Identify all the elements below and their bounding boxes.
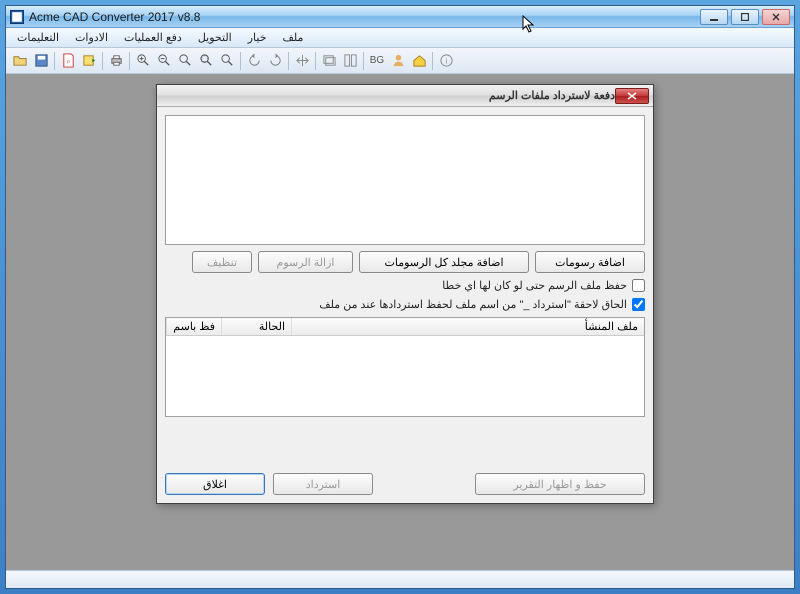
app-icon bbox=[10, 10, 24, 24]
action-buttons-row: اضافة رسومات اضافة مجلد كل الرسومات ازال… bbox=[165, 251, 645, 273]
user-icon[interactable] bbox=[388, 51, 408, 71]
dialog-title: دفعة لاسترداد ملفات الرسم bbox=[161, 89, 615, 102]
toolbar: P BG i bbox=[6, 48, 794, 74]
batch-recover-dialog: دفعة لاسترداد ملفات الرسم اضافة رسومات ا… bbox=[156, 84, 654, 504]
home-icon[interactable] bbox=[409, 51, 429, 71]
dialog-body: اضافة رسومات اضافة مجلد كل الرسومات ازال… bbox=[157, 107, 653, 503]
col-savename[interactable]: فظ باسم bbox=[166, 318, 221, 335]
pan-icon[interactable] bbox=[292, 51, 312, 71]
table-header: ملف المنشأ الحالة فظ باسم bbox=[166, 318, 644, 336]
menu-file[interactable]: ملف bbox=[276, 29, 311, 46]
zoom-window-icon[interactable] bbox=[196, 51, 216, 71]
menubar: ملف خيار التحويل دفع العمليات الادوات ال… bbox=[6, 28, 794, 48]
close-dialog-button[interactable]: اغلاق bbox=[165, 473, 265, 495]
layouts-icon[interactable] bbox=[340, 51, 360, 71]
open-icon[interactable] bbox=[10, 51, 30, 71]
remove-button[interactable]: ازالة الرسوم bbox=[258, 251, 353, 273]
print-icon[interactable] bbox=[106, 51, 126, 71]
menu-batch[interactable]: دفع العمليات bbox=[117, 29, 189, 46]
rotate-left-icon[interactable] bbox=[244, 51, 264, 71]
col-status[interactable]: الحالة bbox=[221, 318, 291, 335]
append-suffix-checkbox[interactable] bbox=[632, 298, 645, 311]
layers-icon[interactable] bbox=[319, 51, 339, 71]
append-suffix-label: الحاق لاحقة "استرداد _" من اسم ملف لحفظ … bbox=[319, 298, 627, 311]
menu-options[interactable]: خيار bbox=[241, 29, 274, 46]
rotate-right-icon[interactable] bbox=[265, 51, 285, 71]
menu-help[interactable]: التعليمات bbox=[10, 29, 66, 46]
menu-tools[interactable]: الادوات bbox=[68, 29, 115, 46]
save-report-button[interactable]: حفظ و اظهار التقرير bbox=[475, 473, 645, 495]
pdf-icon[interactable]: P bbox=[58, 51, 78, 71]
results-table: ملف المنشأ الحالة فظ باسم bbox=[165, 317, 645, 417]
window-title: Acme CAD Converter 2017 v8.8 bbox=[29, 10, 700, 24]
maximize-button[interactable] bbox=[731, 9, 759, 25]
clear-button[interactable]: تنظيف bbox=[192, 251, 252, 273]
zoom-out-icon[interactable] bbox=[154, 51, 174, 71]
minimize-button[interactable] bbox=[700, 9, 728, 25]
zoom-all-icon[interactable] bbox=[217, 51, 237, 71]
workspace: دفعة لاسترداد ملفات الرسم اضافة رسومات ا… bbox=[6, 74, 794, 570]
zoom-fit-icon[interactable] bbox=[175, 51, 195, 71]
save-even-error-checkbox-row[interactable]: حفظ ملف الرسم حتى لو كان لها اي خطا bbox=[165, 279, 645, 292]
recover-button[interactable]: استرداد bbox=[273, 473, 373, 495]
dialog-close-button[interactable] bbox=[615, 88, 649, 104]
table-body bbox=[166, 336, 644, 416]
info-icon[interactable]: i bbox=[436, 51, 456, 71]
main-window: Acme CAD Converter 2017 v8.8 ملف خيار ال… bbox=[5, 5, 795, 589]
add-folder-button[interactable]: اضافة مجلد كل الرسومات bbox=[359, 251, 529, 273]
window-controls bbox=[700, 9, 790, 25]
bottom-buttons-row: حفظ و اظهار التقرير استرداد اغلاق bbox=[165, 473, 645, 495]
bg-toggle[interactable]: BG bbox=[367, 51, 387, 71]
append-suffix-checkbox-row[interactable]: الحاق لاحقة "استرداد _" من اسم ملف لحفظ … bbox=[165, 298, 645, 311]
svg-text:i: i bbox=[445, 56, 447, 65]
zoom-in-icon[interactable] bbox=[133, 51, 153, 71]
save-even-error-checkbox[interactable] bbox=[632, 279, 645, 292]
save-even-error-label: حفظ ملف الرسم حتى لو كان لها اي خطا bbox=[442, 279, 627, 292]
svg-text:P: P bbox=[66, 59, 69, 64]
col-source[interactable]: ملف المنشأ bbox=[291, 318, 644, 335]
file-list-panel[interactable] bbox=[165, 115, 645, 245]
close-button[interactable] bbox=[762, 9, 790, 25]
dialog-titlebar: دفعة لاسترداد ملفات الرسم bbox=[157, 85, 653, 107]
save-icon[interactable] bbox=[31, 51, 51, 71]
add-drawings-button[interactable]: اضافة رسومات bbox=[535, 251, 645, 273]
titlebar: Acme CAD Converter 2017 v8.8 bbox=[6, 6, 794, 28]
statusbar bbox=[6, 570, 794, 588]
menu-convert[interactable]: التحويل bbox=[191, 29, 239, 46]
convert-icon[interactable] bbox=[79, 51, 99, 71]
